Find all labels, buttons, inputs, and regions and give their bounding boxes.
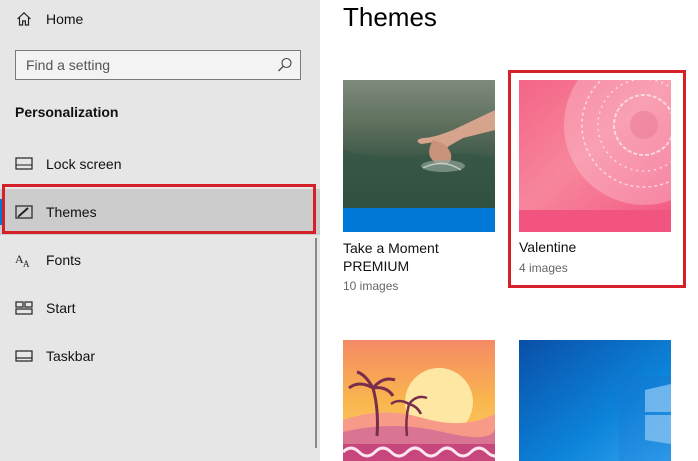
- sidebar-scrollbar[interactable]: [315, 238, 317, 448]
- sidebar: Home Personalization Lock screen Themes …: [0, 0, 320, 461]
- search-box[interactable]: [15, 50, 301, 80]
- themes-highlight-box: [2, 184, 316, 234]
- home-icon: [15, 10, 33, 28]
- sidebar-item-lock-screen[interactable]: Lock screen: [0, 141, 320, 187]
- theme-image-count: 10 images: [343, 279, 399, 293]
- search-icon[interactable]: [276, 56, 294, 74]
- taskbar-icon: [15, 347, 33, 365]
- sidebar-item-label: Start: [46, 300, 76, 316]
- search-input[interactable]: [16, 51, 286, 79]
- fonts-icon: AA: [15, 251, 33, 269]
- sidebar-item-label: Lock screen: [46, 156, 122, 172]
- theme-card-windows[interactable]: [519, 340, 671, 461]
- sidebar-item-taskbar[interactable]: Taskbar: [0, 333, 320, 379]
- theme-preview-image: [343, 80, 495, 232]
- theme-preview-image: [343, 340, 495, 461]
- lock-screen-icon: [15, 155, 33, 173]
- theme-card-tropical[interactable]: [343, 340, 495, 461]
- home-nav-item[interactable]: Home: [0, 0, 320, 38]
- section-title: Personalization: [15, 104, 119, 120]
- sidebar-item-fonts[interactable]: AA Fonts: [0, 237, 320, 283]
- theme-card-take-a-moment[interactable]: Take a Moment PREMIUM 10 images: [343, 80, 495, 295]
- theme-name: Take a Moment PREMIUM: [343, 240, 439, 274]
- svg-text:A: A: [23, 259, 30, 268]
- valentine-highlight-box: [508, 70, 686, 288]
- sidebar-item-start[interactable]: Start: [0, 285, 320, 331]
- page-title: Themes: [343, 2, 437, 32]
- start-icon: [15, 299, 33, 317]
- sidebar-item-label: Fonts: [46, 252, 82, 268]
- sidebar-item-label: Taskbar: [46, 348, 96, 364]
- theme-preview-image: [519, 340, 671, 461]
- home-label: Home: [46, 11, 84, 27]
